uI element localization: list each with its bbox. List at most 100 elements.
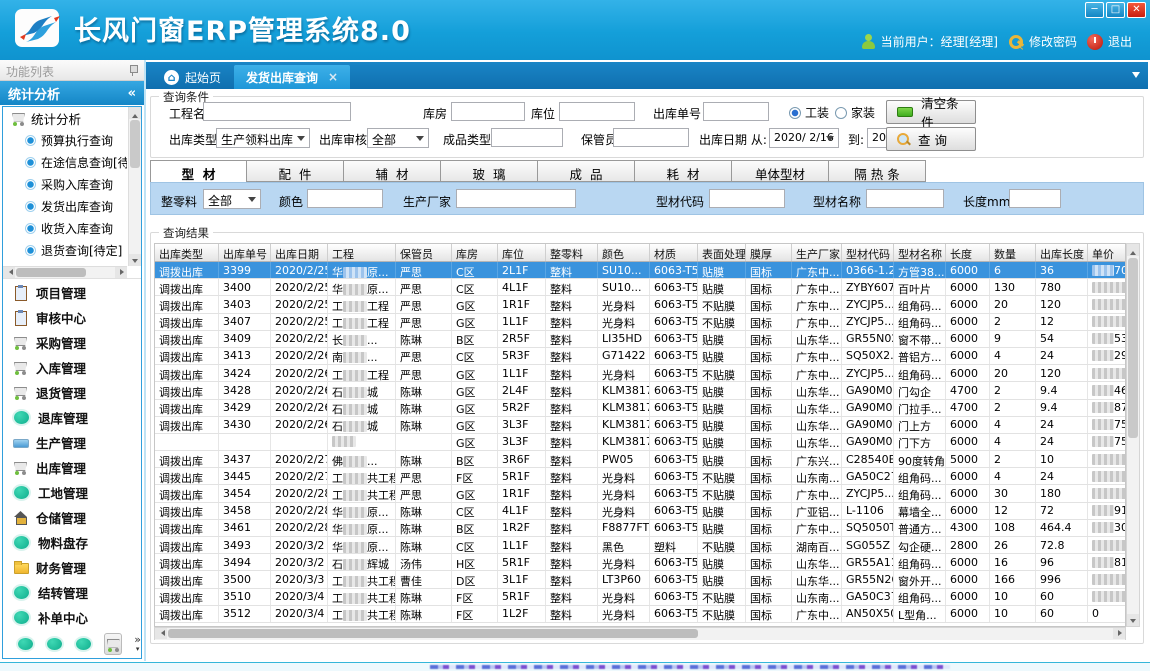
sidebar-group-cart[interactable]: 出库管理 xyxy=(3,455,141,480)
tree-horizontal-scrollbar[interactable] xyxy=(3,266,127,278)
material-tab[interactable]: 配 件 xyxy=(247,160,344,182)
close-button[interactable]: ✕ xyxy=(1127,2,1146,18)
logout-button[interactable]: 退出 xyxy=(1087,33,1132,50)
material-tab[interactable]: 单体型材 xyxy=(732,160,829,182)
tree-item[interactable]: 采购入库查询 xyxy=(3,173,127,195)
sidebar-group-dot[interactable]: 补单中心 xyxy=(3,605,141,630)
table-row[interactable]: 调拨出库33992020/2/25华原...严思C区2L1F整料SU10...6… xyxy=(155,262,1125,279)
sidebar-group-dot[interactable]: 退库管理 xyxy=(3,405,141,430)
table-row[interactable]: 调拨出库34452020/2/27工共工程严思F区5R1F整料光身料6063-T… xyxy=(155,468,1125,485)
table-vertical-scrollbar[interactable] xyxy=(1126,243,1140,627)
table-row[interactable]: 调拨出库34292020/2/26石城陈琳G区5R2F整料KLM38176063… xyxy=(155,400,1125,417)
sidebar-group-dot[interactable]: 结转管理 xyxy=(3,580,141,605)
column-header[interactable]: 整零料 xyxy=(546,244,598,261)
column-header[interactable]: 数量 xyxy=(990,244,1036,261)
factory-input[interactable] xyxy=(456,189,576,208)
material-tab[interactable]: 隔 热 条 xyxy=(829,160,926,182)
project-name-input[interactable] xyxy=(203,102,351,121)
table-row[interactable]: 调拨出库34032020/2/25工工程严思G区1R1F整料光身料6063-T5… xyxy=(155,296,1125,313)
tree-item[interactable]: 退货查询[待定] xyxy=(3,239,127,261)
tab-shipping-outbound-query[interactable]: 发货出库查询 × xyxy=(234,65,350,89)
radio-home[interactable]: 家装 xyxy=(835,104,875,121)
table-row[interactable]: 调拨出库34072020/2/25工工程严思G区1L1F整料光身料6063-T5… xyxy=(155,314,1125,331)
search-button[interactable]: 查 询 xyxy=(886,127,976,151)
sidebar-group-clipboard[interactable]: 审核中心 xyxy=(3,305,141,330)
sidebar-group-cart[interactable]: 采购管理 xyxy=(3,330,141,355)
sidebar-group-machine[interactable]: 生产管理 xyxy=(3,430,141,455)
table-row[interactable]: 调拨出库34302020/2/26石城陈琳G区3L3F整料KLM38176063… xyxy=(155,417,1125,434)
table-row[interactable]: 调拨出库34372020/2/27佛...陈琳B区3R6F整料PW056063-… xyxy=(155,451,1125,468)
color-input[interactable] xyxy=(307,189,383,208)
tab-home[interactable]: ⌂ 起始页 xyxy=(152,65,233,89)
column-header[interactable]: 膜厚 xyxy=(746,244,792,261)
tree-item[interactable]: 发货出库查询 xyxy=(3,195,127,217)
radio-industrial[interactable]: 工装 xyxy=(789,104,829,121)
group-dot-icon[interactable] xyxy=(76,638,91,650)
maximize-button[interactable]: □ xyxy=(1106,2,1125,18)
column-header[interactable]: 出库单号 xyxy=(219,244,271,261)
audit-select[interactable]: 全部 xyxy=(367,128,429,148)
column-header[interactable]: 颜色 xyxy=(598,244,650,261)
clear-conditions-button[interactable]: 清空条件 xyxy=(886,100,976,124)
sidebar-group-header[interactable]: 统计分析 « xyxy=(0,81,144,105)
table-row[interactable]: 调拨出库34282020/2/26石城陈琳G区2L4F整料KLM38176063… xyxy=(155,382,1125,399)
product-type-input[interactable] xyxy=(491,128,563,147)
column-header[interactable]: 长度 xyxy=(946,244,990,261)
outbound-type-select[interactable]: 生产领料出库 xyxy=(216,128,310,148)
column-header[interactable]: 型材名称 xyxy=(894,244,946,261)
sidebar-group-dot[interactable]: 工地管理 xyxy=(3,480,141,505)
sidebar-group-folder[interactable]: 财务管理 xyxy=(3,555,141,580)
tree-item[interactable]: 收货入库查询 xyxy=(3,217,127,239)
location-input[interactable] xyxy=(559,102,635,121)
sidebar-group-house[interactable]: 仓储管理 xyxy=(3,505,141,530)
tree-root-statistics[interactable]: 统计分析 xyxy=(3,107,127,129)
material-tab[interactable]: 型 材 xyxy=(150,160,247,183)
order-no-input[interactable] xyxy=(703,102,769,121)
table-horizontal-scrollbar[interactable] xyxy=(154,627,1126,640)
sidebar-group-clipboard[interactable]: 项目管理 xyxy=(3,280,141,305)
warehouse-input[interactable] xyxy=(451,102,525,121)
group-cart-button[interactable] xyxy=(104,633,122,655)
table-row[interactable]: 调拨出库34092020/2/25长...陈琳B区2R5F整料LI35HD606… xyxy=(155,331,1125,348)
tree-item[interactable]: 在途信息查询[待定] xyxy=(3,151,127,173)
table-row[interactable]: 调拨出库35122020/3/4工共工程陈琳F区1L2F整料光身料6063-T5… xyxy=(155,606,1125,623)
column-header[interactable]: 工程 xyxy=(328,244,396,261)
date-from-picker[interactable]: 2020/ 2/16 xyxy=(769,128,839,148)
column-header[interactable]: 出库日期 xyxy=(271,244,328,261)
table-row[interactable]: 调拨出库34582020/2/28华原...陈琳C区4L1F整料光身料6063-… xyxy=(155,503,1125,520)
change-password-button[interactable]: 修改密码 xyxy=(1008,33,1077,50)
overflow-chevron[interactable]: » ▾ xyxy=(134,636,141,653)
sidebar-group-cart[interactable]: 退货管理 xyxy=(3,380,141,405)
column-header[interactable]: 单价 xyxy=(1088,244,1126,261)
length-input[interactable] xyxy=(1009,189,1061,208)
profile-name-input[interactable] xyxy=(866,189,944,208)
column-header[interactable]: 库房 xyxy=(452,244,498,261)
tree-item[interactable]: 预算执行查询 xyxy=(3,129,127,151)
table-row[interactable]: 调拨出库34242020/2/26工工程严思G区1L1F整料光身料6063-T5… xyxy=(155,365,1125,382)
table-row[interactable]: 调拨出库34002020/2/25华原...严思C区4L1F整料SU10...6… xyxy=(155,279,1125,296)
column-header[interactable]: 出库类型 xyxy=(155,244,219,261)
material-tab[interactable]: 成 品 xyxy=(538,160,635,182)
keeper-input[interactable] xyxy=(613,128,689,147)
table-row[interactable]: 调拨出库34612020/2/28华原...陈琳B区1R2F整料F8877FT6… xyxy=(155,520,1125,537)
pin-icon[interactable] xyxy=(129,65,137,76)
material-tab[interactable]: 辅 材 xyxy=(344,160,441,182)
material-tab[interactable]: 玻 璃 xyxy=(441,160,538,182)
whole-piece-select[interactable]: 全部 xyxy=(203,189,261,209)
table-row[interactable]: 调拨出库34942020/3/2石辉城汤伟H区5R1F整料光身料6063-T5贴… xyxy=(155,554,1125,571)
tree-vertical-scrollbar[interactable] xyxy=(128,107,141,266)
group-dot-icon[interactable] xyxy=(18,638,33,650)
column-header[interactable]: 生产厂家 xyxy=(792,244,842,261)
table-row[interactable]: 调拨出库35102020/3/4工共工程陈琳F区5R1F整料光身料6063-T5… xyxy=(155,589,1125,606)
column-header[interactable]: 出库长度 xyxy=(1036,244,1088,261)
table-row[interactable]: 调拨出库34932020/3/2华原...陈琳C区1L1F整料黑色塑料不贴膜国标… xyxy=(155,537,1125,554)
material-tab[interactable]: 耗 材 xyxy=(635,160,732,182)
collapse-icon[interactable]: « xyxy=(128,86,136,101)
tab-list-caret-icon[interactable] xyxy=(1132,72,1140,82)
table-row[interactable]: 调拨出库34542020/2/28工共工程严思G区1R1F整料光身料6063-T… xyxy=(155,485,1125,502)
group-dot-icon[interactable] xyxy=(47,638,62,650)
table-row[interactable]: 调拨出库34132020/2/26南...严思C区5R3F整料G71422606… xyxy=(155,348,1125,365)
tab-close-icon[interactable]: × xyxy=(328,70,338,84)
column-header[interactable]: 型材代码 xyxy=(842,244,894,261)
column-header[interactable]: 保管员 xyxy=(396,244,452,261)
